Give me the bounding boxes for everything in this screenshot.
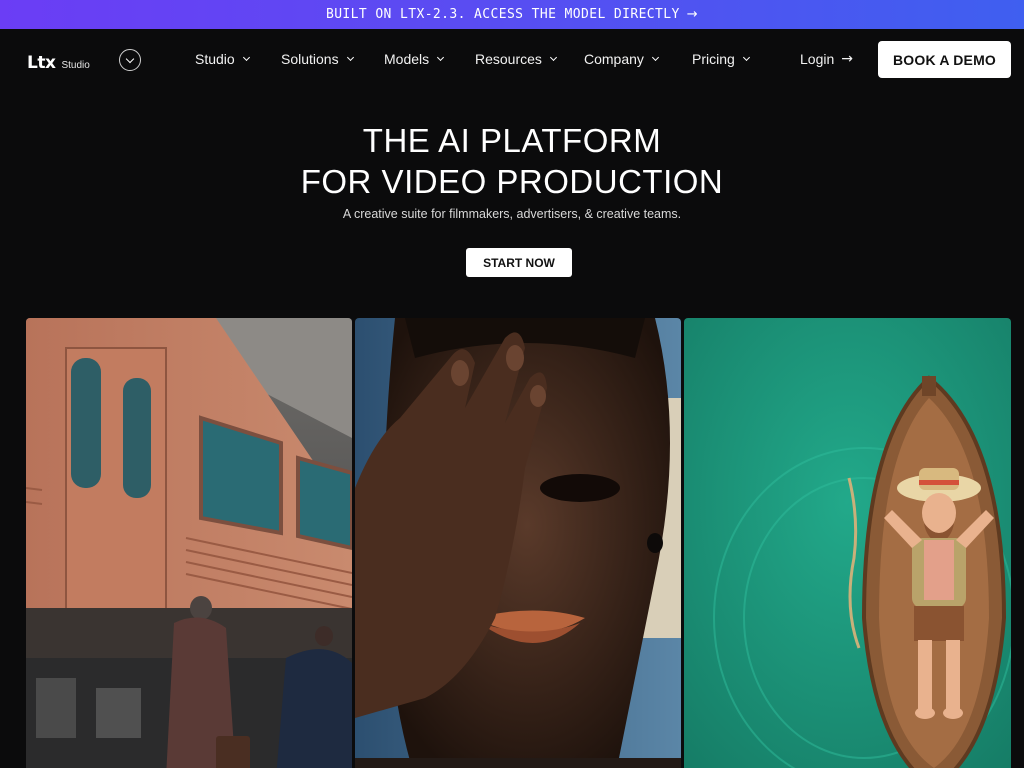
nav-item-label: Solutions xyxy=(281,51,339,67)
portrait-illustration xyxy=(355,318,681,768)
logo[interactable]: Ltx Studio xyxy=(27,53,90,73)
train-illustration xyxy=(26,318,352,768)
chevron-down-icon xyxy=(125,54,135,63)
hero-subtitle: A creative suite for filmmakers, adverti… xyxy=(342,207,682,221)
chevron-down-icon xyxy=(346,53,354,62)
chevron-down-icon xyxy=(651,53,659,62)
logo-subtitle: Studio xyxy=(61,60,90,71)
arrow-right-icon: → xyxy=(686,7,699,22)
gallery-image-portrait[interactable] xyxy=(355,318,681,768)
book-demo-button[interactable]: BOOK A DEMO xyxy=(878,41,1011,78)
start-now-button[interactable]: START NOW xyxy=(466,248,572,277)
nav-item-resources[interactable]: Resources xyxy=(475,51,557,67)
announcement-text: BUILT ON LTX-2.3. ACCESS THE MODEL DIREC… xyxy=(325,7,680,22)
login-label: Login xyxy=(800,51,835,67)
chevron-down-icon xyxy=(549,53,557,62)
nav-item-label: Company xyxy=(584,51,644,67)
product-switcher-button[interactable] xyxy=(119,49,141,71)
chevron-down-icon xyxy=(242,53,250,62)
nav-item-label: Resources xyxy=(475,51,542,67)
nav-item-pricing[interactable]: Pricing xyxy=(692,51,750,67)
arrow-right-icon: → xyxy=(841,51,853,67)
nav-item-label: Models xyxy=(384,51,430,67)
nav-item-studio[interactable]: Studio xyxy=(195,51,250,67)
hero-title-line-1: THE AI PLATFORM xyxy=(362,122,662,159)
nav-item-company[interactable]: Company xyxy=(584,51,659,67)
gallery-image-train[interactable] xyxy=(26,318,352,768)
nav-item-label: Pricing xyxy=(692,51,735,67)
logo-mark: Ltx xyxy=(27,53,56,73)
hero-title-line-2: FOR VIDEO PRODUCTION xyxy=(300,163,724,200)
nav-item-models[interactable]: Models xyxy=(384,51,445,67)
chevron-down-icon xyxy=(437,53,445,62)
top-navigation: Ltx Studio Studio Solutions Models Resou… xyxy=(0,29,1024,91)
gallery-image-rowboat[interactable] xyxy=(684,318,1011,768)
nav-item-label: Studio xyxy=(195,51,235,67)
hero-title: THE AI PLATFORM FOR VIDEO PRODUCTION xyxy=(0,120,1024,202)
login-link[interactable]: Login → xyxy=(800,51,853,67)
announcement-banner[interactable]: BUILT ON LTX-2.3. ACCESS THE MODEL DIREC… xyxy=(0,0,1024,29)
nav-item-solutions[interactable]: Solutions xyxy=(281,51,354,67)
chevron-down-icon xyxy=(742,53,750,62)
rowboat-illustration xyxy=(684,318,1011,768)
